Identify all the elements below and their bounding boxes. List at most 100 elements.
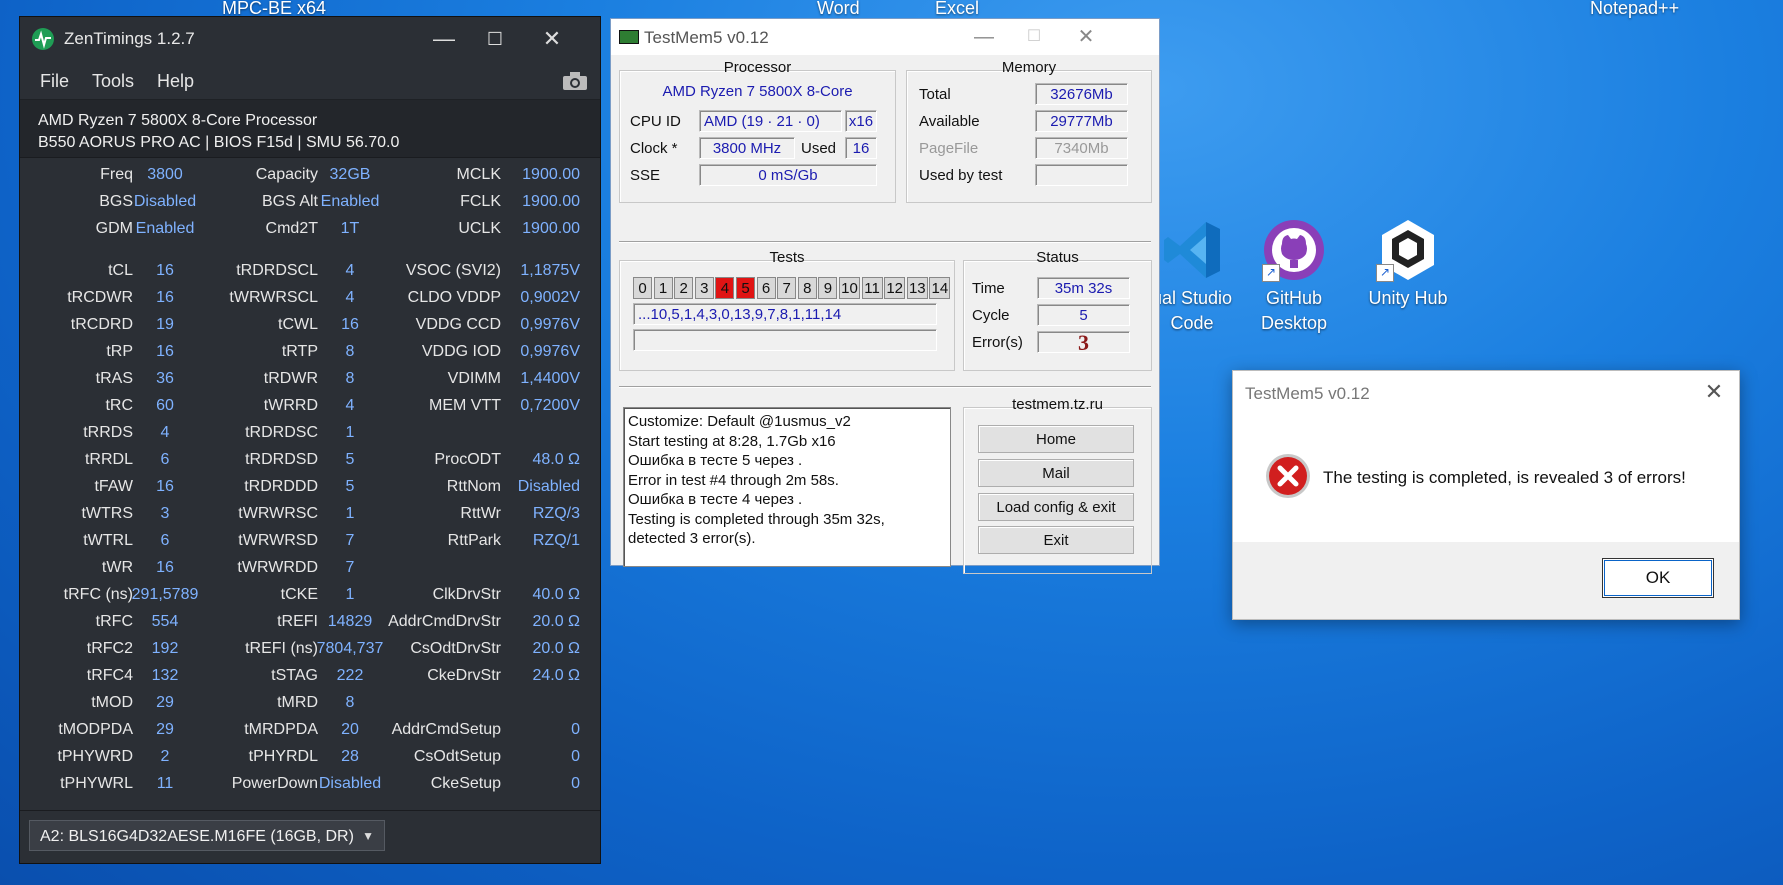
timing-value: 3800 bbox=[147, 166, 183, 183]
divider bbox=[619, 386, 1151, 388]
timing-value: 3 bbox=[160, 505, 170, 522]
close-icon[interactable]: ✕ bbox=[532, 23, 572, 55]
clock-label: Clock * bbox=[630, 140, 678, 157]
timing-label: tMOD bbox=[91, 694, 133, 711]
desktop-label-excel[interactable]: Excel bbox=[935, 0, 979, 19]
timing-value: 0,9002V bbox=[520, 289, 580, 306]
dialog-button-bar: OK bbox=[1233, 542, 1739, 619]
test-box-13: 13 bbox=[906, 277, 928, 299]
timing-label: tRRDS bbox=[83, 424, 133, 441]
timing-value: 0 bbox=[571, 775, 580, 792]
test-boxes: 0 1 2 3 4 5 6 7 8 9 10 11 12 13 14 bbox=[633, 277, 951, 299]
close-icon[interactable]: ✕ bbox=[1699, 379, 1729, 405]
desktop-icon-github-desktop[interactable]: ↗ GitHub Desktop bbox=[1248, 218, 1340, 336]
used-threads-field: 16 bbox=[845, 137, 877, 159]
timing-label: RttPark bbox=[447, 532, 501, 549]
timing-value: 4 bbox=[345, 397, 355, 414]
timing-label: BGS bbox=[99, 193, 133, 210]
timing-value: RZQ/1 bbox=[532, 532, 580, 549]
error-icon bbox=[1266, 454, 1310, 498]
test-box-14: 14 bbox=[929, 277, 951, 299]
timing-value: 0,9976V bbox=[520, 316, 580, 333]
cycle-label: Cycle bbox=[972, 307, 1010, 324]
zentimings-menubar: File Tools Help bbox=[20, 63, 600, 100]
memory-chip-icon bbox=[619, 30, 639, 44]
timing-value: 29 bbox=[156, 694, 174, 711]
maximize-icon[interactable]: ☐ bbox=[1011, 21, 1057, 53]
timing-label: MEM VTT bbox=[429, 397, 501, 414]
timing-label: VDIMM bbox=[447, 370, 501, 387]
test-box-6: 6 bbox=[756, 277, 776, 299]
timing-value: Disabled bbox=[133, 193, 197, 210]
testmem-titlebar[interactable]: TestMem5 v0.12 — ☐ ✕ bbox=[611, 19, 1159, 55]
timing-label: tWTRL bbox=[83, 532, 133, 549]
zentimings-title: ZenTimings 1.2.7 bbox=[64, 29, 195, 48]
shortcut-arrow-icon: ↗ bbox=[1376, 264, 1394, 282]
timing-value: 14829 bbox=[327, 613, 373, 630]
timing-label: ProcODT bbox=[434, 451, 501, 468]
test-box-1: 1 bbox=[653, 277, 673, 299]
timing-label: tRAS bbox=[95, 370, 133, 387]
close-icon[interactable]: ✕ bbox=[1063, 21, 1109, 53]
memory-heading: Memory bbox=[1001, 59, 1057, 76]
timing-value: 0,7200V bbox=[520, 397, 580, 414]
desktop-label-word[interactable]: Word bbox=[817, 0, 860, 19]
timing-value: 16 bbox=[156, 478, 174, 495]
ok-button[interactable]: OK bbox=[1602, 558, 1714, 598]
exit-button[interactable]: Exit bbox=[978, 526, 1134, 554]
log-line: Customize: Default @1usmus_v2 bbox=[628, 413, 851, 430]
timing-value: 6 bbox=[160, 532, 170, 549]
timing-label: VSOC (SVI2) bbox=[405, 262, 501, 279]
test-box-3: 3 bbox=[694, 277, 714, 299]
timing-label: tPHYWRD bbox=[57, 748, 133, 765]
desktop-label-notepadpp[interactable]: Notepad++ bbox=[1590, 0, 1679, 19]
maximize-icon[interactable]: ☐ bbox=[475, 23, 515, 55]
cpu-id-label: CPU ID bbox=[630, 113, 681, 130]
pagefile-label: PageFile bbox=[919, 140, 979, 157]
timing-label: CsOdtDrvStr bbox=[410, 640, 501, 657]
testmem-title: TestMem5 v0.12 bbox=[644, 28, 769, 47]
mail-button[interactable]: Mail bbox=[978, 459, 1134, 487]
timing-value: 192 bbox=[151, 640, 179, 657]
camera-icon[interactable] bbox=[562, 71, 588, 91]
timing-value: 20.0 Ω bbox=[532, 640, 580, 657]
timing-value: 554 bbox=[151, 613, 179, 630]
timing-value: 4 bbox=[345, 262, 355, 279]
timing-label: UCLK bbox=[458, 220, 501, 237]
timing-value: 1 bbox=[345, 505, 355, 522]
timing-value: 11 bbox=[156, 775, 174, 792]
timing-label: RttNom bbox=[446, 478, 501, 495]
menu-file[interactable]: File bbox=[40, 71, 69, 92]
links-group: testmem.tz.ru Home Mail Load config & ex… bbox=[963, 396, 1152, 574]
timing-value: 16 bbox=[156, 289, 174, 306]
timing-label: VDDG IOD bbox=[421, 343, 501, 360]
used-by-test-label: Used by test bbox=[919, 167, 1003, 184]
cpu-id-field: AMD (19 · 21 · 0) bbox=[699, 110, 842, 132]
timing-label: Freq bbox=[100, 166, 133, 183]
minimize-icon[interactable]: — bbox=[961, 21, 1007, 53]
timing-value: 1900.00 bbox=[522, 220, 580, 237]
log-line: Ошибка в тесте 5 через . bbox=[628, 452, 803, 469]
test-box-2: 2 bbox=[674, 277, 694, 299]
zentimings-titlebar[interactable]: ZenTimings 1.2.7 — ☐ ✕ bbox=[20, 17, 600, 63]
timing-value: 0 bbox=[571, 721, 580, 738]
timing-label: AddrCmdDrvStr bbox=[388, 613, 501, 630]
timing-value: 0 bbox=[571, 748, 580, 765]
test-box-7: 7 bbox=[777, 277, 797, 299]
dimm-select[interactable]: A2: BLS16G4D32AESE.M16FE (16GB, DR) ▼ bbox=[29, 820, 385, 851]
timing-value: 5 bbox=[345, 478, 355, 495]
timing-value: 1900.00 bbox=[522, 166, 580, 183]
tests-heading: Tests bbox=[769, 249, 805, 266]
test-box-4: 4 bbox=[715, 277, 735, 299]
desktop-icon-unity-hub[interactable]: ↗ Unity Hub bbox=[1362, 218, 1454, 311]
test-log[interactable]: Customize: Default @1usmus_v2 Start testi… bbox=[623, 407, 951, 567]
minimize-icon[interactable]: — bbox=[424, 23, 464, 55]
test-box-9: 9 bbox=[818, 277, 838, 299]
website-heading: testmem.tz.ru bbox=[1012, 396, 1103, 413]
menu-tools[interactable]: Tools bbox=[92, 71, 134, 92]
load-config-exit-button[interactable]: Load config & exit bbox=[978, 493, 1134, 521]
menu-help[interactable]: Help bbox=[157, 71, 194, 92]
processor-name: AMD Ryzen 7 5800X 8-Core bbox=[662, 83, 853, 100]
home-button[interactable]: Home bbox=[978, 425, 1134, 453]
sse-field: 0 mS/Gb bbox=[699, 164, 877, 186]
